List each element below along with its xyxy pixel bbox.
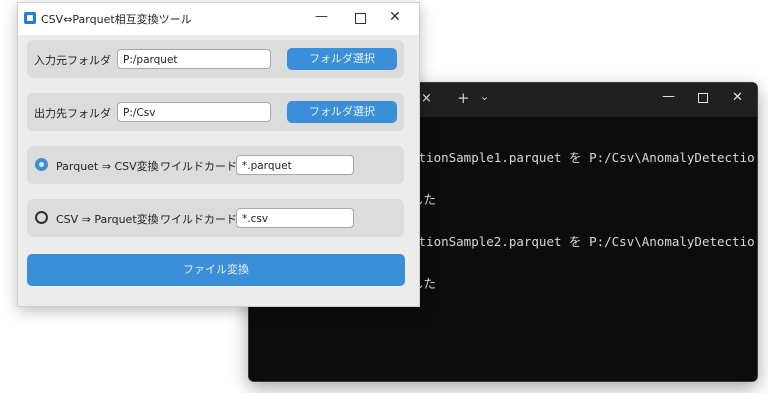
csv-to-parquet-row: CSV ⇒ Parquet変換 ワイルドカード *.csv: [27, 199, 404, 237]
window-title: CSV⇔Parquet相互変換ツール: [41, 13, 192, 26]
parquet-wildcard-field[interactable]: *.parquet: [236, 155, 354, 175]
close-icon[interactable]: ✕: [389, 9, 401, 25]
parquet-to-csv-label[interactable]: Parquet ⇒ CSV変換: [56, 158, 159, 174]
chevron-down-icon[interactable]: ⌄: [480, 90, 489, 103]
input-folder-label: 入力元フォルダ: [34, 54, 111, 67]
input-folder-field[interactable]: P:/parquet: [117, 49, 271, 69]
csv-to-parquet-label[interactable]: CSV ⇒ Parquet変換: [56, 211, 159, 227]
csv-wildcard-field[interactable]: *.csv: [236, 208, 354, 228]
output-folder-field[interactable]: P:/Csv: [117, 102, 271, 122]
terminal-line: ctionSample1.parquet を P:/Csv\AnomalyDet…: [411, 150, 755, 165]
minimize-icon[interactable]: —: [315, 9, 328, 24]
output-folder-label: 出力先フォルダ: [34, 107, 111, 120]
select-output-folder-button[interactable]: フォルダ選択: [287, 101, 397, 123]
wildcard-label: ワイルドカード: [160, 213, 237, 226]
minimize-icon[interactable]: —: [662, 89, 675, 104]
window-titlebar: CSV⇔Parquet相互変換ツール — ✕: [18, 3, 419, 35]
terminal-line: ctionSample2.parquet を P:/Csv\AnomalyDet…: [411, 234, 755, 249]
csv-to-parquet-radio[interactable]: [35, 211, 48, 224]
parquet-to-csv-row: Parquet ⇒ CSV変換 ワイルドカード *.parquet: [27, 146, 404, 184]
converter-window: CSV⇔Parquet相互変換ツール — ✕ 入力元フォルダ P:/parque…: [17, 2, 420, 307]
parquet-to-csv-radio[interactable]: [35, 158, 48, 171]
tab-close-icon[interactable]: ×: [421, 91, 432, 106]
terminal-line: した: [411, 192, 437, 207]
terminal-line: した: [411, 276, 437, 291]
convert-button[interactable]: ファイル変換: [27, 254, 405, 286]
input-folder-row: 入力元フォルダ P:/parquet フォルダ選択: [27, 40, 404, 78]
new-tab-icon[interactable]: +: [457, 89, 470, 107]
wildcard-label: ワイルドカード: [160, 160, 237, 173]
maximize-icon[interactable]: [355, 13, 366, 24]
close-icon[interactable]: ✕: [732, 90, 743, 105]
maximize-icon[interactable]: [698, 93, 708, 103]
select-input-folder-button[interactable]: フォルダ選択: [287, 48, 397, 70]
output-folder-row: 出力先フォルダ P:/Csv フォルダ選択: [27, 93, 404, 131]
app-icon: [24, 12, 36, 24]
